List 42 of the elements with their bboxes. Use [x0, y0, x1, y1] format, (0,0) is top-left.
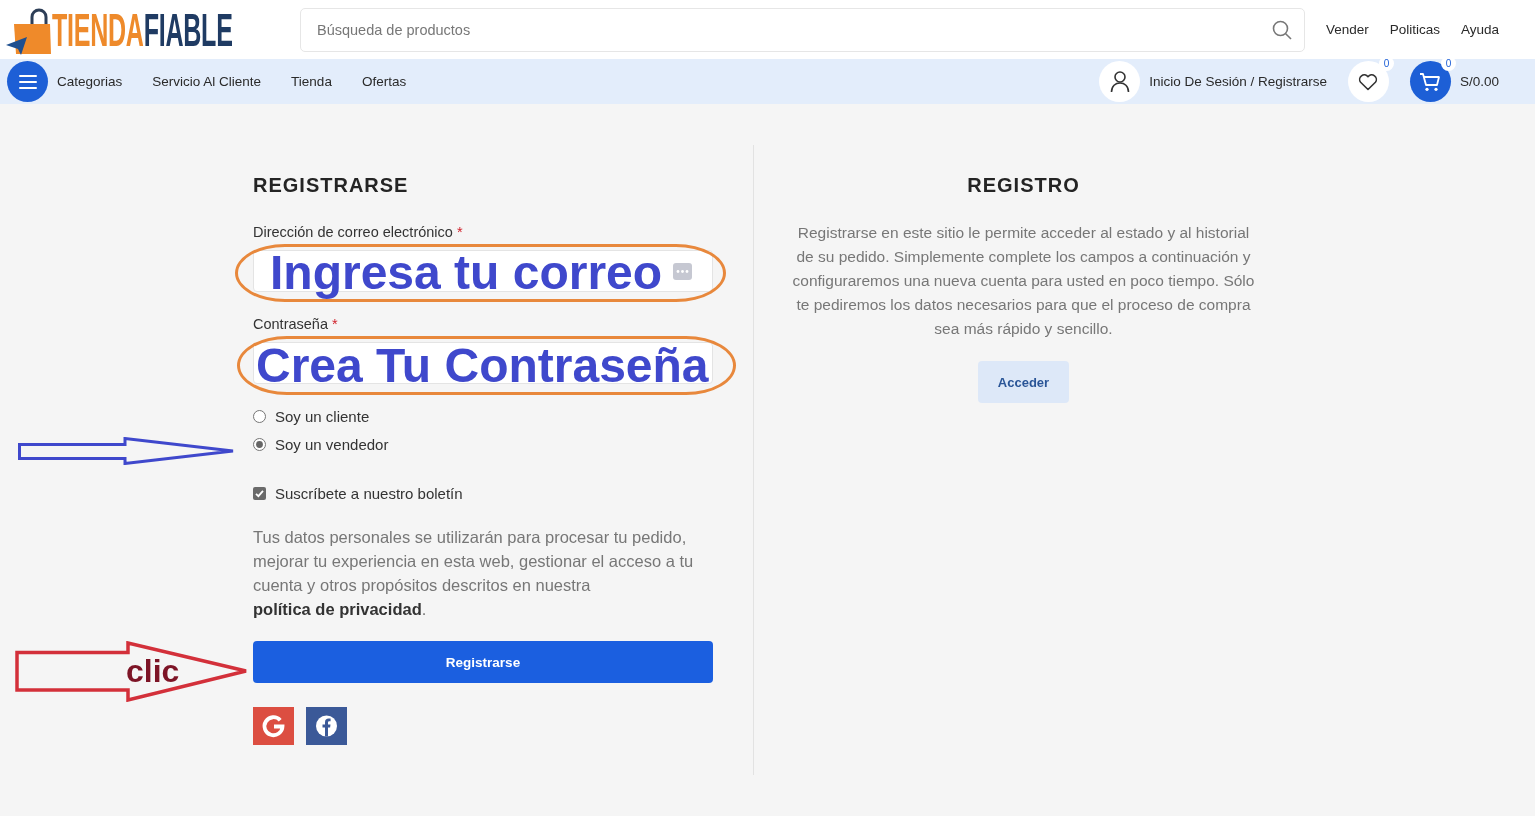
header-link[interactable]: Politicas — [1389, 22, 1440, 37]
required-mark: * — [456, 224, 463, 240]
info-text: Registrarse en este sitio le permite acceder al estado y al historial de su pedido. Simplemente complete los campos a continuación y configuraremos una nueva cuenta para usted en poco tiempo. Sólo te pediremos los datos necesarios para que el proceso de compra sea más rápido y sencillo. — [792, 223, 1255, 339]
search-field[interactable]: Búsqueda de productos — [300, 7, 1305, 52]
radio-button[interactable] — [253, 409, 266, 423]
heart-icon[interactable] — [1358, 72, 1379, 91]
search-icon[interactable] — [1271, 19, 1292, 40]
logo-text[interactable]: TIENDAFIABLE — [52, 6, 233, 53]
account-button[interactable] — [1099, 61, 1141, 102]
info-heading: REGISTRO — [967, 173, 1080, 198]
field-label: Contraseña — [253, 316, 328, 332]
menu-icon[interactable] — [18, 74, 37, 89]
register-heading: REGISTRARSE — [253, 173, 410, 198]
checkbox-label[interactable]: Suscríbete a nuestro boletín — [275, 484, 463, 502]
radio-button[interactable] — [253, 437, 266, 451]
required-mark: * — [332, 316, 338, 332]
nav-link[interactable]: Ofertas — [361, 74, 407, 89]
google-login-button[interactable] — [253, 707, 294, 745]
nav-link[interactable]: Categorias — [57, 74, 123, 89]
nav-link[interactable]: Tienda — [291, 74, 332, 89]
role-label[interactable]: Soy un vendedor — [275, 435, 389, 453]
cart-total: S/0.00 — [1459, 74, 1499, 89]
user-icon[interactable] — [1109, 70, 1130, 93]
header-link[interactable]: Vender — [1325, 22, 1369, 37]
annotation-callout: Ingresa tu correo — [235, 244, 726, 302]
privacy-notice: Tus datos personales se utilizarán para procesar tu pedido, mejorar tu experiencia en esta web, gestionar el acceso a tu cuenta y otros propósitos descritos en nuestra política de privacidad. — [253, 527, 695, 620]
password-field[interactable] — [253, 342, 713, 384]
menu-button[interactable] — [7, 61, 48, 102]
cart-icon[interactable] — [1419, 71, 1442, 92]
role-label[interactable]: Soy un cliente — [275, 407, 370, 425]
register-button[interactable]: Registrarse — [253, 641, 713, 683]
facebook-login-button[interactable] — [306, 707, 347, 745]
login-register-link[interactable]: Inicio De Sesión / Registrarse — [1149, 74, 1327, 89]
login-button[interactable]: Acceder — [978, 361, 1069, 403]
annotation-callout: Crea Tu Contraseña — [237, 336, 736, 395]
field-label: Dirección de correo electrónico — [253, 224, 453, 240]
nav-link[interactable]: Servicio Al Cliente — [152, 74, 262, 89]
checkbox[interactable] — [253, 486, 266, 500]
dots-icon[interactable] — [673, 263, 692, 280]
privacy-policy-link[interactable]: política de privacidad — [253, 600, 422, 618]
header-link[interactable]: Ayuda — [1460, 22, 1499, 37]
annotation-text: clic — [126, 653, 180, 689]
